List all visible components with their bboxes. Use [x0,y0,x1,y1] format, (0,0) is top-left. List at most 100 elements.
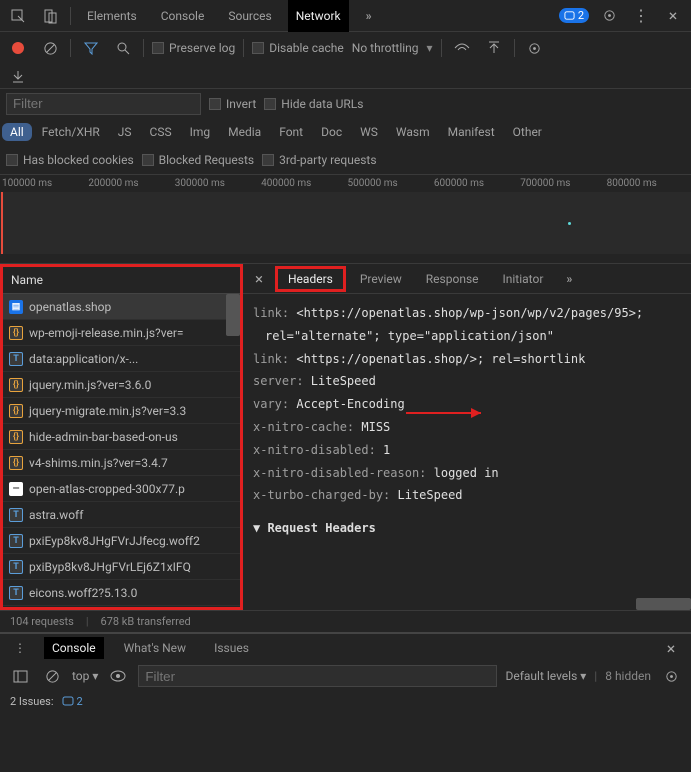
close-icon[interactable]: × [661,4,685,28]
scrollbar-thumb[interactable] [226,294,240,336]
timeline-load-marker [1,192,3,254]
invert-checkbox[interactable]: Invert [209,97,256,111]
search-icon[interactable] [111,36,135,60]
filter-js[interactable]: JS [110,123,140,141]
filter-all[interactable]: All [2,123,32,141]
filter-manifest[interactable]: Manifest [440,123,503,141]
request-row[interactable]: ▤openatlas.shop [3,294,240,320]
throttling-dropdown[interactable]: No throttling [352,41,419,55]
blocked-requests-checkbox[interactable]: Blocked Requests [142,153,254,167]
tab-elements[interactable]: Elements [79,0,145,32]
download-har-icon[interactable] [6,64,30,88]
tab-sources[interactable]: Sources [220,0,279,32]
hide-data-urls-checkbox[interactable]: Hide data URLs [264,97,363,111]
requests-count: 104 requests [10,615,74,628]
execution-context-dropdown[interactable]: top ▾ [72,669,98,683]
request-filter-input[interactable] [6,93,201,115]
headers-tab[interactable]: Headers [275,266,346,292]
console-sidebar-toggle-icon[interactable] [8,664,32,688]
request-name: data:application/x-... [29,352,138,366]
request-row[interactable]: {}jquery.min.js?ver=3.6.0 [3,372,240,398]
drawer-kebab-icon[interactable]: ⋮ [8,636,32,660]
request-row[interactable]: Teicons.woff2?5.13.0 [3,580,240,606]
request-row[interactable]: {}hide-admin-bar-based-on-us [3,424,240,450]
network-settings-gear-icon[interactable] [523,36,547,60]
record-icon[interactable] [6,36,30,60]
font-file-icon: T [9,508,23,522]
more-tabs-icon[interactable]: » [357,4,381,28]
console-clear-icon[interactable] [40,664,64,688]
request-row[interactable]: {}wp-emoji-release.min.js?ver= [3,320,240,346]
network-toolbar-2 [0,64,691,88]
header-link-1: <https://openatlas.shop/wp-json/wp/v2/pa… [265,306,643,343]
upload-har-icon[interactable] [482,36,506,60]
network-toolbar: Preserve log Disable cache No throttling… [0,32,691,64]
js-file-icon: {} [9,378,23,392]
device-toggle-icon[interactable] [38,4,62,28]
third-party-checkbox[interactable]: 3rd-party requests [262,153,376,167]
filter-css[interactable]: CSS [142,123,180,141]
request-name: pxiByp8kv8JHgFVrLEj6Z1xIFQ [29,560,191,574]
img-file-icon: — [9,482,23,496]
font-file-icon: T [9,560,23,574]
filter-wasm[interactable]: Wasm [388,123,438,141]
header-vary: Accept-Encoding [296,397,404,411]
drawer-tab-issues[interactable]: Issues [206,637,257,659]
request-list-body: ▤openatlas.shop{}wp-emoji-release.min.js… [3,294,240,607]
request-name: jquery-migrate.min.js?ver=3.3 [29,404,186,418]
tab-console[interactable]: Console [153,0,213,32]
filter-font[interactable]: Font [271,123,311,141]
request-name: astra.woff [29,508,83,522]
request-row[interactable]: {}v4-shims.min.js?ver=3.4.7 [3,450,240,476]
issues-badge[interactable]: 2 [559,8,589,23]
transferred-size: 678 kB transferred [101,615,191,628]
drawer-tab-whatsnew[interactable]: What's New [116,637,194,659]
request-name: openatlas.shop [29,300,111,314]
blocked-cookies-checkbox[interactable]: Has blocked cookies [6,153,134,167]
console-filter-input[interactable] [138,665,497,687]
drawer-close-icon[interactable]: × [659,636,683,660]
tab-network[interactable]: Network [288,0,349,32]
request-name: open-atlas-cropped-300x77.p [29,482,185,496]
request-row[interactable]: — open-atlas-cropped-300x77.p [3,476,240,502]
disable-cache-checkbox[interactable]: Disable cache [252,41,344,55]
details-scroll-thumb[interactable] [636,598,691,610]
details-more-tabs-icon[interactable]: » [557,267,581,291]
details-tabbar: × Headers Preview Response Initiator » [243,264,691,294]
preserve-log-checkbox[interactable]: Preserve log [152,41,235,55]
settings-gear-icon[interactable] [597,4,621,28]
network-conditions-icon[interactable] [450,36,474,60]
request-headers-title[interactable]: ▼ Request Headers [253,517,681,540]
dropdown-caret-icon[interactable]: ▾ [427,41,433,55]
issues-summary[interactable]: 2 Issues: 2 [0,690,691,712]
timeline-overview[interactable]: 100000 ms200000 ms300000 ms400000 ms5000… [0,174,691,264]
drawer-tab-console[interactable]: Console [44,637,104,659]
log-levels-dropdown[interactable]: Default levels ▾ [505,669,586,683]
inspect-icon[interactable] [6,4,30,28]
filter-funnel-icon[interactable] [79,36,103,60]
preview-tab[interactable]: Preview [350,269,412,289]
filter-img[interactable]: Img [182,123,219,141]
details-close-icon[interactable]: × [247,267,271,291]
response-tab[interactable]: Response [416,269,489,289]
request-row[interactable]: TpxiByp8kv8JHgFVrLEj6Z1xIFQ [3,554,240,580]
initiator-tab[interactable]: Initiator [493,269,554,289]
console-drawer: ⋮ Console What's New Issues × top ▾ Defa… [0,632,691,712]
request-list: Name ▤openatlas.shop{}wp-emoji-release.m… [0,264,243,610]
filter-doc[interactable]: Doc [313,123,350,141]
filter-fetch[interactable]: Fetch/XHR [34,123,108,141]
live-expression-icon[interactable] [106,664,130,688]
filter-ws[interactable]: WS [352,123,386,141]
request-row[interactable]: {}jquery-migrate.min.js?ver=3.3 [3,398,240,424]
request-row[interactable]: Tdata:application/x-... [3,346,240,372]
request-row[interactable]: TpxiEyp8kv8JHgFVrJJfecg.woff2 [3,528,240,554]
issues-badge-count: 2 [578,9,584,22]
kebab-menu-icon[interactable]: ⋮ [629,4,653,28]
filter-other[interactable]: Other [505,123,550,141]
name-column-header[interactable]: Name [3,267,240,294]
console-settings-gear-icon[interactable] [659,664,683,688]
hidden-messages[interactable]: 8 hidden [605,669,651,683]
request-row[interactable]: Tastra.woff [3,502,240,528]
filter-media[interactable]: Media [220,123,269,141]
clear-icon[interactable] [38,36,62,60]
